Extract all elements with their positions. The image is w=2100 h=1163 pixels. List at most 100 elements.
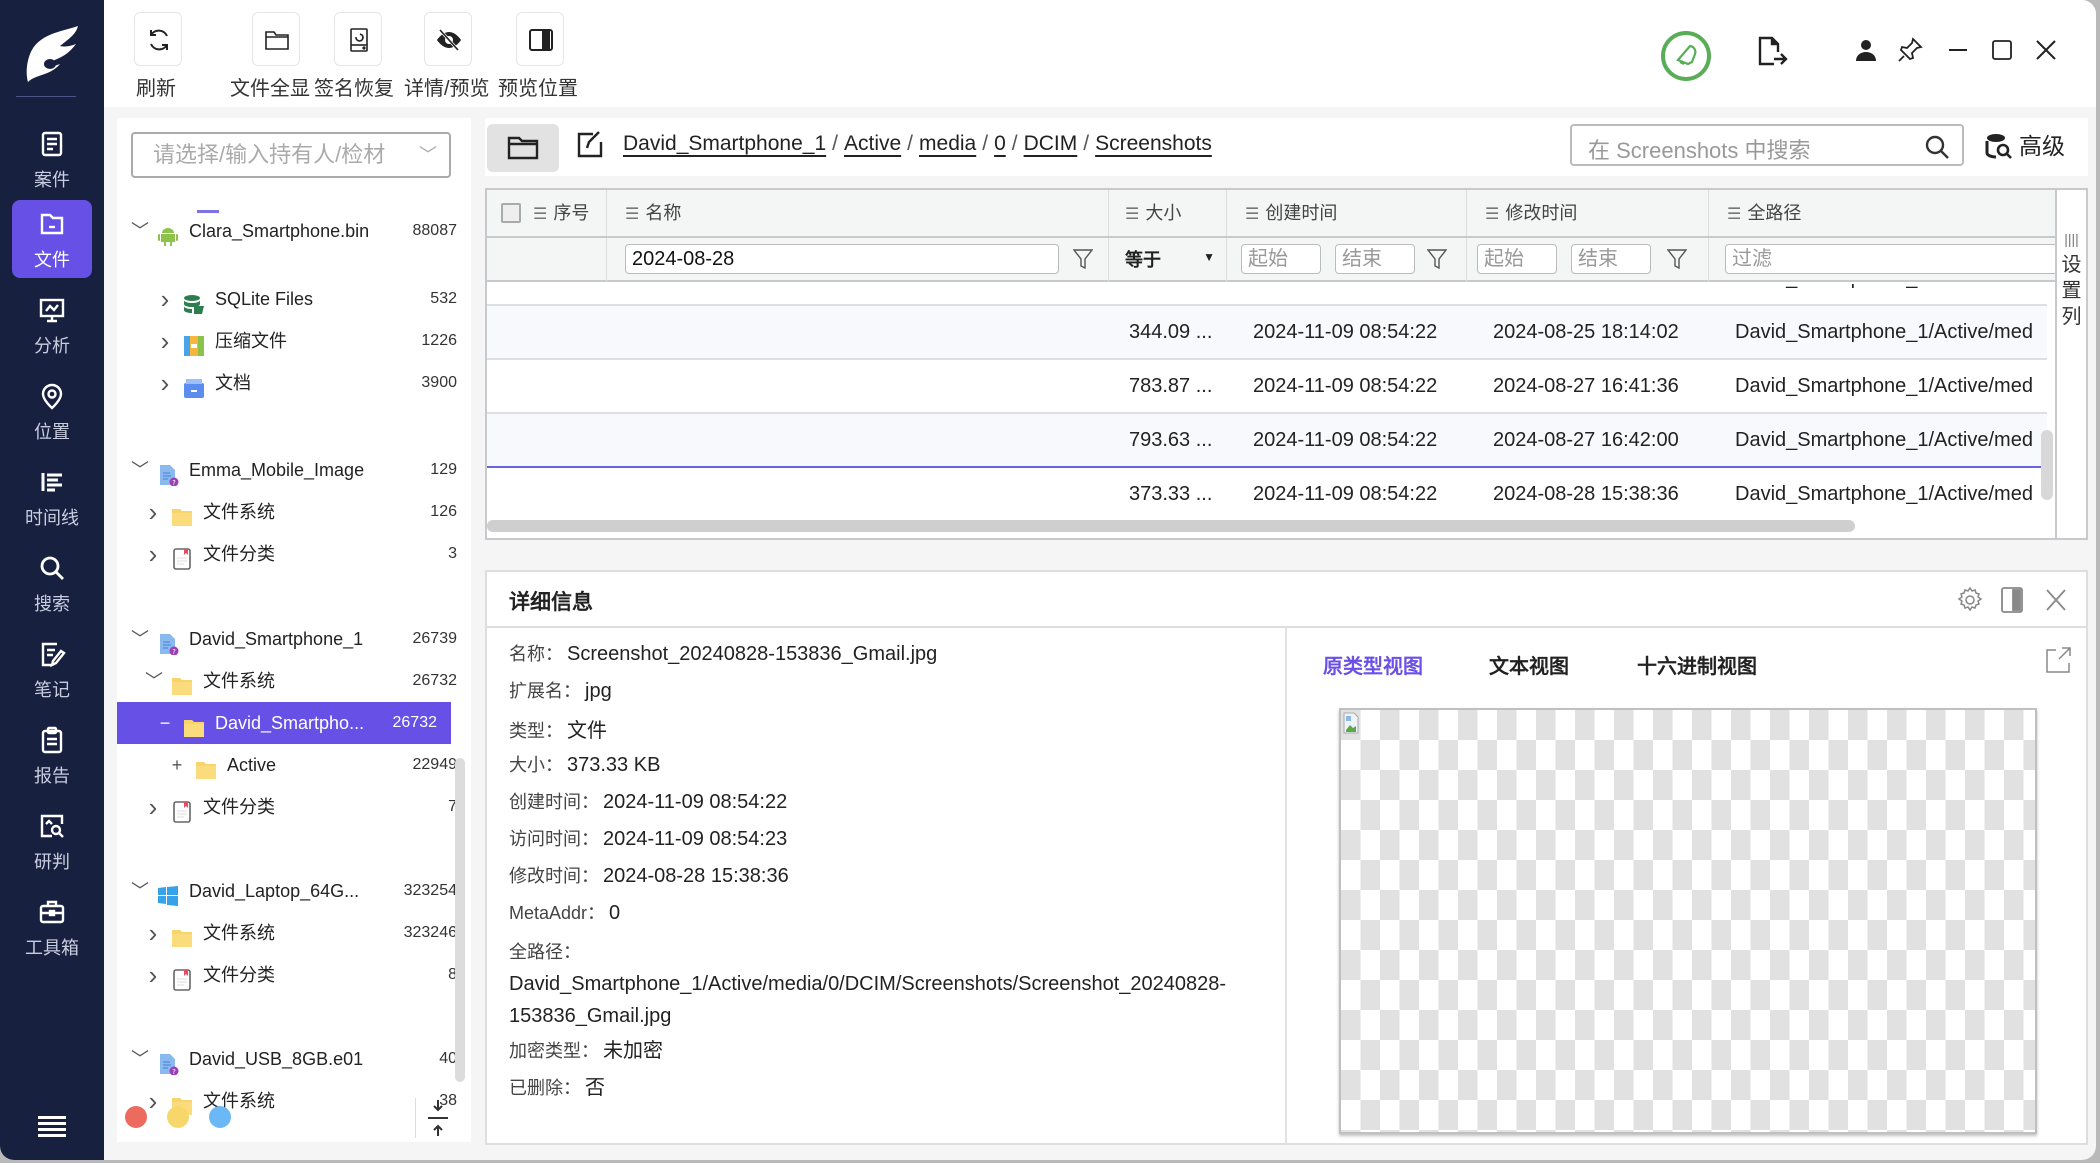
hamburger-menu-icon[interactable] [38, 1116, 66, 1138]
color-tag-blue[interactable] [209, 1106, 231, 1128]
breadcrumb-item[interactable]: DCIM [1024, 132, 1078, 155]
chevron-down-icon[interactable]: ﹀ [145, 660, 163, 702]
tree-node[interactable]: › 文件系统 323246 [117, 912, 471, 954]
chevron-right-icon[interactable]: › [145, 786, 161, 828]
color-tag-yellow[interactable] [167, 1106, 189, 1128]
tree-node[interactable]: + Active 22949 [117, 744, 471, 786]
export-file-icon[interactable] [1754, 34, 1788, 68]
chevron-down-icon[interactable]: ﹀ [131, 210, 149, 252]
tree-node[interactable]: › 文档 3900 [117, 362, 471, 404]
nav-item-analysis[interactable]: 分析 [12, 286, 92, 364]
color-tag-red[interactable] [125, 1106, 147, 1128]
tree-node[interactable]: › 文件系统 126 [117, 491, 471, 533]
column-header-modified[interactable]: ☰ 修改时间 [1467, 190, 1709, 236]
tree-scrollbar[interactable] [455, 758, 465, 1082]
chevron-right-icon[interactable]: › [157, 278, 173, 320]
column-header-created[interactable]: ☰ 创建时间 [1227, 190, 1467, 236]
chevron-right-icon[interactable]: › [157, 320, 173, 362]
chevron-right-icon[interactable]: › [145, 533, 161, 575]
nav-item-report[interactable]: 报告 [12, 716, 92, 794]
table-row[interactable]: 15Screenshot_20240828-153836_Gmail.jpg37… [487, 468, 2047, 514]
plus-icon[interactable]: + [169, 744, 185, 786]
chevron-right-icon[interactable]: › [157, 362, 173, 404]
tree-node[interactable]: − David_Smartpho... 26732 [117, 702, 451, 744]
tree-node[interactable]: ﹀? David_Smartphone_1 26739 [117, 618, 471, 660]
breadcrumb-item[interactable]: Active [844, 132, 901, 155]
nav-item-file[interactable]: 文件 [12, 200, 92, 278]
pin-icon[interactable] [1896, 36, 1924, 64]
chevron-right-icon[interactable]: › [145, 1080, 161, 1122]
tree-node[interactable]: › 文件分类 7 [117, 786, 471, 828]
folder-search-input[interactable]: 在 Screenshots 中搜索 [1570, 124, 1964, 166]
details-preview-toggle[interactable]: 详情/预览 [400, 0, 496, 104]
close-icon[interactable] [2032, 36, 2060, 64]
select-all-checkbox[interactable] [501, 203, 521, 223]
column-header-path[interactable]: ☰ 全路径 [1709, 190, 2055, 236]
open-folder-button[interactable] [487, 124, 559, 172]
open-external-icon[interactable] [2044, 646, 2072, 674]
notification-bell-icon[interactable] [1660, 30, 1712, 82]
breadcrumb-item[interactable]: David_Smartphone_1 [623, 132, 826, 155]
chevron-down-icon[interactable]: ﹀ [131, 870, 149, 912]
minimize-icon[interactable] [1944, 36, 1972, 64]
nav-item-toolbox[interactable]: 工具箱 [12, 888, 92, 966]
nav-item-judge[interactable]: 研判 [12, 802, 92, 880]
table-vertical-scrollbar[interactable] [2041, 430, 2053, 500]
collapse-all-button[interactable] [415, 1098, 459, 1138]
column-settings-button[interactable]: |||| 设置列 [2055, 190, 2086, 538]
tree-node[interactable]: ﹀ David_Laptop_64G... 323254 [117, 870, 471, 912]
table-row[interactable]: 11Screenshot_20240825-140030.jpg404.41 .… [487, 284, 2047, 306]
filter-icon[interactable] [1073, 248, 1093, 270]
search-icon[interactable] [1924, 134, 1950, 160]
chevron-down-icon[interactable]: ﹀ [131, 449, 149, 491]
filter-icon[interactable] [1667, 248, 1687, 270]
chevron-down-icon[interactable]: ﹀ [131, 618, 149, 660]
filter-icon[interactable] [1427, 248, 1447, 270]
user-icon[interactable] [1854, 38, 1878, 62]
created-start-input[interactable]: 起始 [1241, 244, 1321, 274]
tree-node[interactable]: › 文件分类 8 [117, 954, 471, 996]
chevron-right-icon[interactable]: › [145, 954, 161, 996]
tab-native-view[interactable]: 原类型视图 [1323, 650, 1423, 679]
column-header-size[interactable]: ☰ 大小 [1109, 190, 1227, 236]
nav-item-timeline[interactable]: 时间线 [12, 458, 92, 536]
chevron-right-icon[interactable]: › [145, 491, 161, 533]
tree-node[interactable]: ﹀ Clara_Smartphone.bin 88087 [117, 210, 471, 252]
modified-end-input[interactable]: 结束 [1571, 244, 1651, 274]
breadcrumb-item[interactable]: Screenshots [1095, 132, 1212, 155]
nav-item-case[interactable]: 案件 [12, 120, 92, 198]
tab-hex-view[interactable]: 十六进制视图 [1637, 650, 1757, 679]
chevron-right-icon[interactable]: › [145, 912, 161, 954]
tree-node[interactable]: › SQLite Files 532 [117, 278, 471, 320]
tree-node[interactable]: ﹀? Emma_Mobile_Image 129 [117, 449, 471, 491]
edit-path-icon[interactable] [575, 130, 605, 160]
path-filter-input[interactable]: 过滤 [1725, 244, 2065, 274]
maximize-icon[interactable] [1988, 36, 2016, 64]
name-filter-input[interactable]: 2024-08-28 [625, 244, 1059, 274]
gear-icon[interactable] [1956, 586, 1984, 614]
nav-item-location[interactable]: 位置 [12, 372, 92, 450]
chevron-down-icon[interactable]: ﹀ [131, 1038, 149, 1080]
tree-node[interactable]: ﹀ 文件系统 26732 [117, 660, 471, 702]
refresh-button[interactable]: 刷新 [134, 0, 182, 104]
table-horizontal-scrollbar[interactable] [487, 520, 1855, 532]
created-end-input[interactable]: 结束 [1335, 244, 1415, 274]
breadcrumb-item[interactable]: media [919, 132, 976, 155]
close-icon[interactable] [2042, 586, 2070, 614]
tab-text-view[interactable]: 文本视图 [1489, 650, 1569, 679]
size-operator-select[interactable]: 等于 ▼ [1125, 246, 1219, 272]
modified-start-input[interactable]: 起始 [1477, 244, 1557, 274]
column-header-number[interactable]: ☰ 序号 [487, 190, 607, 236]
table-row[interactable]: 14Screenshot_20240827-164200_Facebook.jp… [487, 414, 2047, 468]
holder-select[interactable]: 请选择/输入持有人/检材 ﹀ [131, 132, 451, 178]
signature-recovery-button[interactable]: 签名恢复 [310, 0, 400, 104]
tree-node[interactable]: › 压缩文件 1226 [117, 320, 471, 362]
nav-item-search[interactable]: 搜索 [12, 544, 92, 622]
table-row[interactable]: 12Screenshot_20240825-181402_Chrome.jpg3… [487, 306, 2047, 360]
breadcrumb-item[interactable]: 0 [994, 132, 1006, 155]
show-all-files-button[interactable]: 文件全显 [230, 0, 320, 104]
tree-node[interactable]: › 文件分类 3 [117, 533, 471, 575]
column-header-name[interactable]: ☰ 名称 [607, 190, 1109, 236]
table-row[interactable]: 13Screenshot_20240827-164136_Facebook.jp… [487, 360, 2047, 414]
tree-node[interactable]: ﹀? David_USB_8GB.e01 40 [117, 1038, 471, 1080]
